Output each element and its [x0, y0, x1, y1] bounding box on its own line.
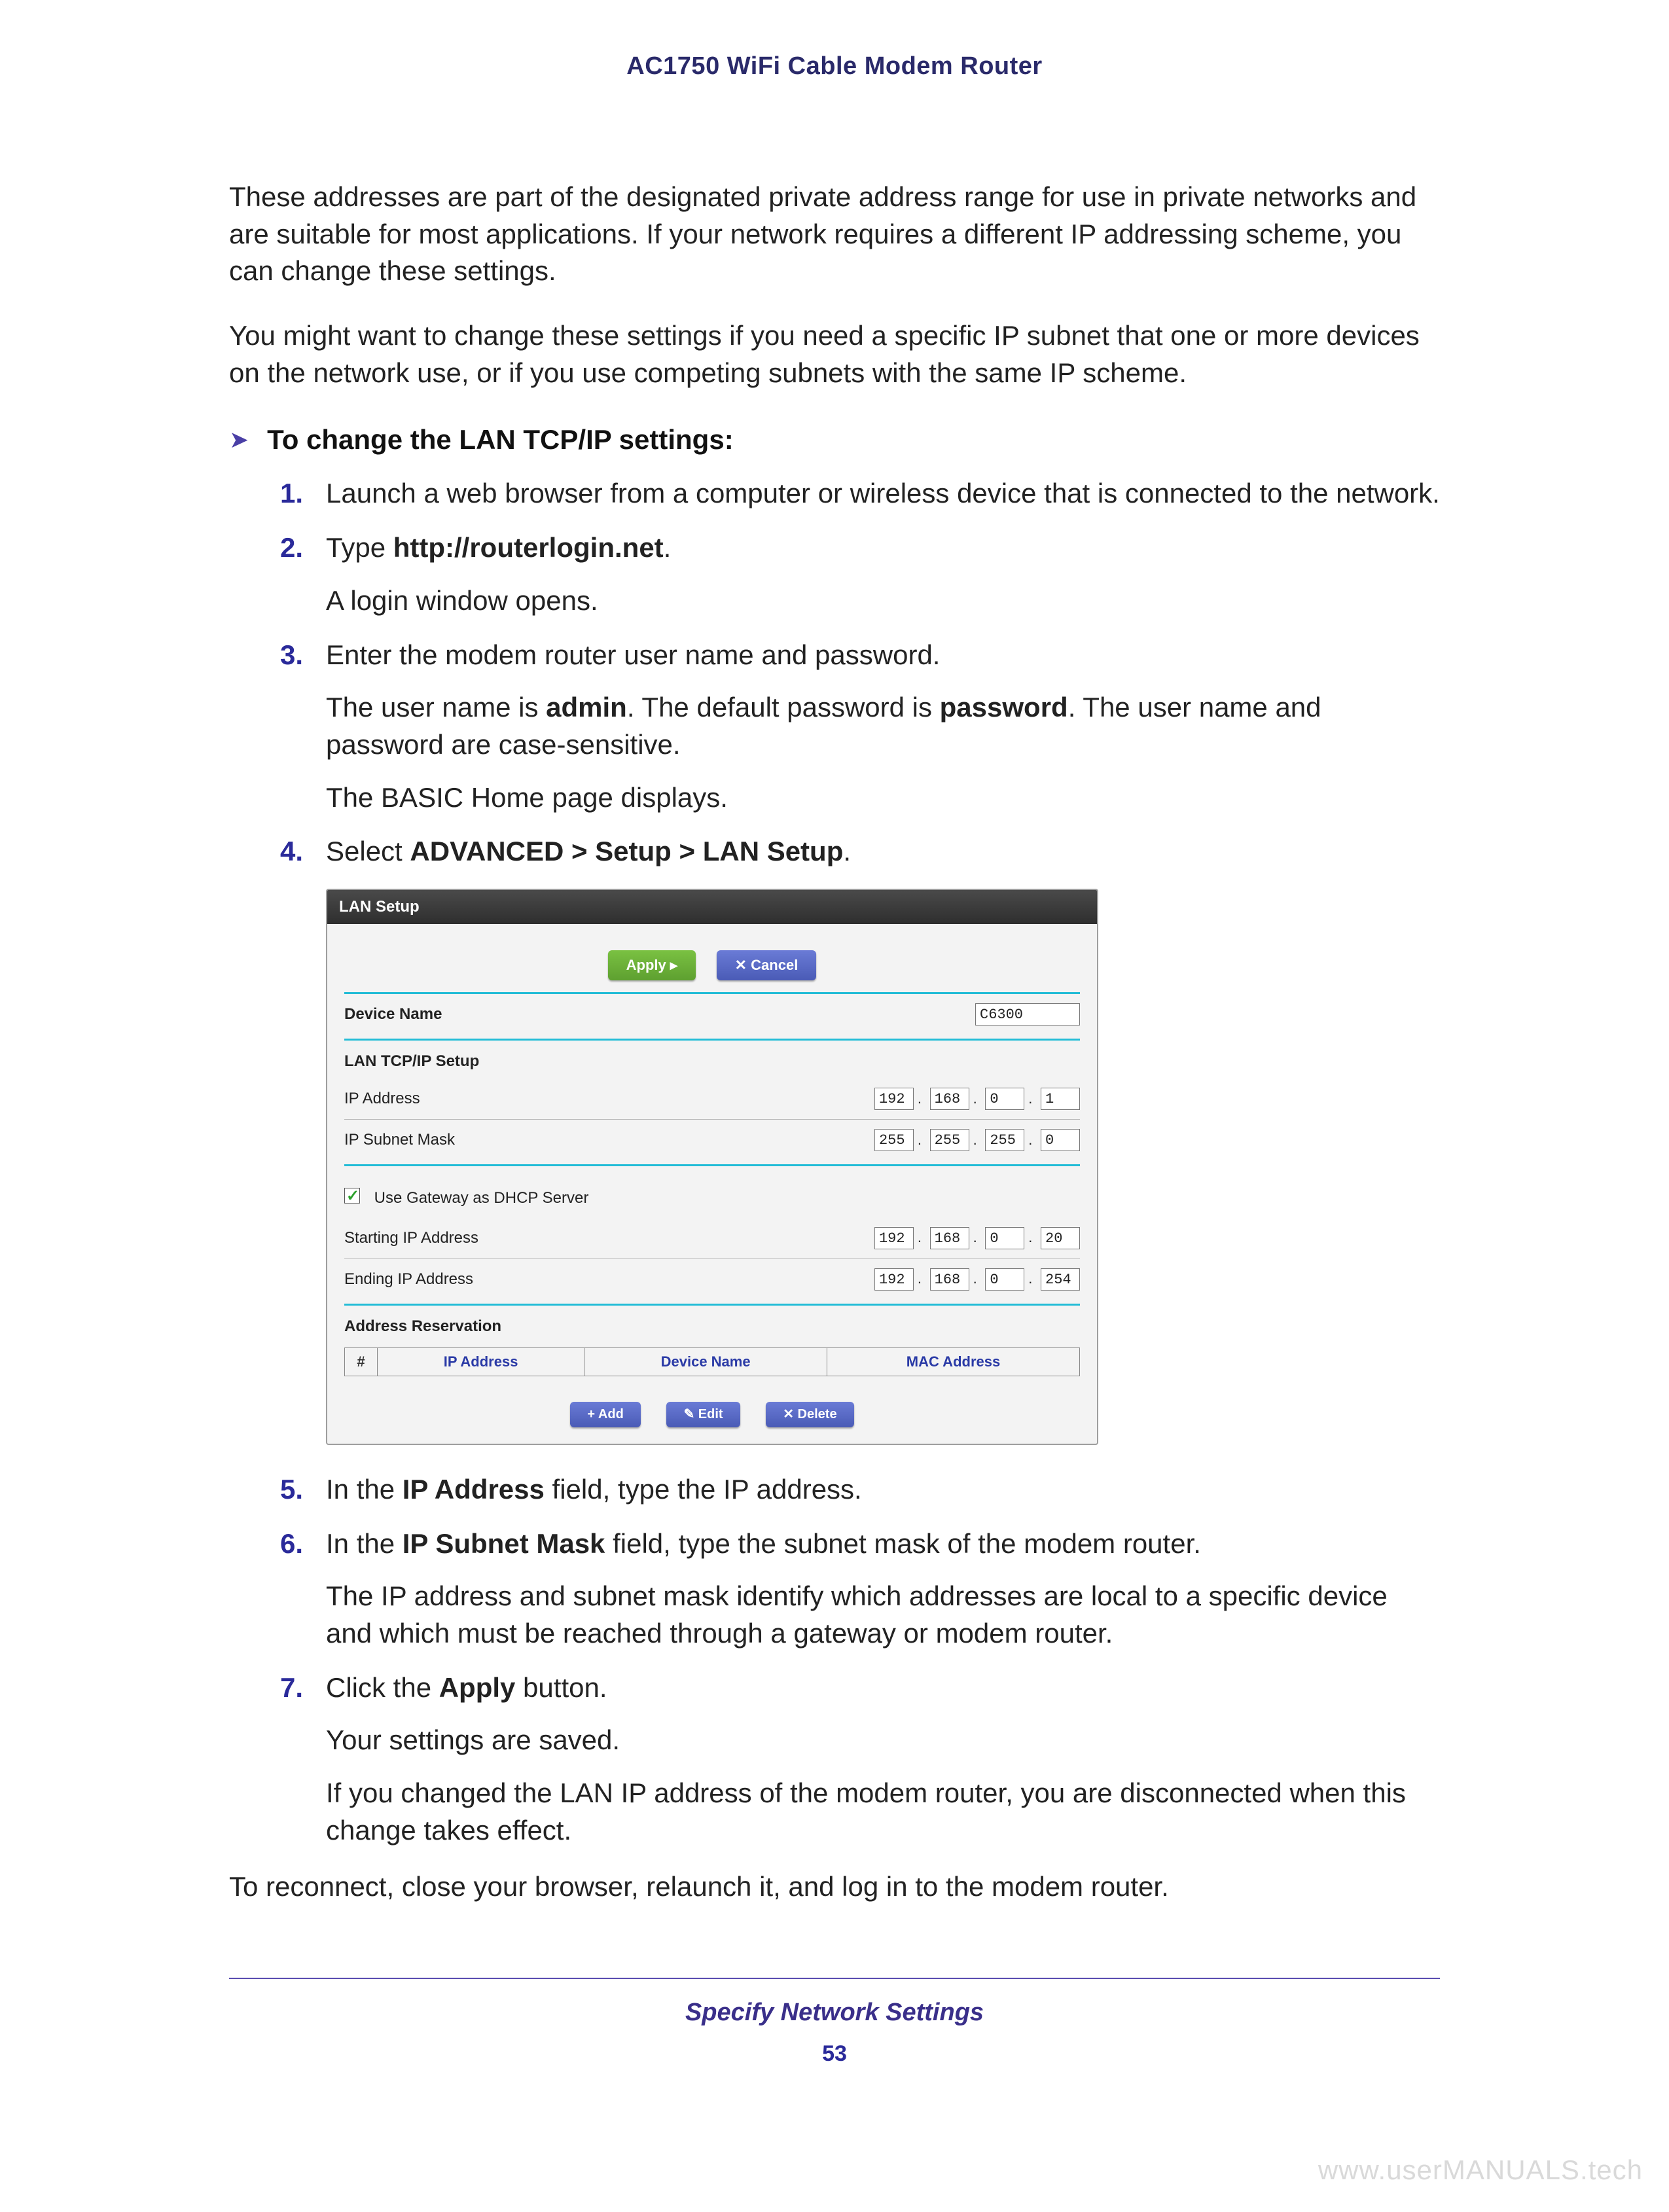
mask-oct-1[interactable]: 255	[874, 1129, 914, 1151]
step-5-post: field, type the IP address.	[545, 1474, 862, 1505]
step-1-text: Launch a web browser from a computer or …	[326, 478, 1440, 508]
panel-top-buttons: Apply ▸ ✕ Cancel	[344, 936, 1080, 994]
address-reservation-header: Address Reservation	[344, 1306, 1080, 1344]
ip-oct-2[interactable]: 168	[930, 1088, 969, 1110]
start-oct-1[interactable]: 192	[874, 1227, 914, 1249]
step-7-sub-2: If you changed the LAN IP address of the…	[326, 1775, 1440, 1849]
start-oct-2[interactable]: 168	[930, 1227, 969, 1249]
footer-rule	[229, 1978, 1440, 1979]
closing-paragraph: To reconnect, close your browser, relaun…	[229, 1868, 1440, 1906]
step-2: Type http://routerlogin.net. A login win…	[280, 529, 1440, 619]
th-device: Device Name	[584, 1348, 827, 1376]
step-4-post: .	[843, 836, 851, 866]
step-7-bold: Apply	[439, 1672, 516, 1703]
step-3-sub-b: . The default password is	[627, 692, 940, 722]
chevron-right-icon: ➤	[229, 426, 249, 454]
start-oct-4[interactable]: 20	[1041, 1227, 1080, 1249]
cancel-button[interactable]: ✕ Cancel	[717, 950, 817, 980]
doc-header-title: AC1750 WiFi Cable Modem Router	[229, 52, 1440, 80]
end-oct-2[interactable]: 168	[930, 1268, 969, 1291]
intro-paragraph-1: These addresses are part of the designat…	[229, 179, 1440, 290]
step-6-sub: The IP address and subnet mask identify …	[326, 1578, 1440, 1652]
watermark: www.userMANUALS.tech	[1318, 2154, 1643, 2186]
dhcp-label: Use Gateway as DHCP Server	[374, 1189, 589, 1207]
dhcp-checkbox-row: Use Gateway as DHCP Server	[344, 1166, 1080, 1218]
lan-tcpip-header: LAN TCP/IP Setup	[344, 1041, 1080, 1079]
ip-address-row: IP Address 192. 168. 0. 1	[344, 1079, 1080, 1120]
panel-title: LAN Setup	[327, 890, 1097, 924]
footer-section-title: Specify Network Settings	[229, 1999, 1440, 2027]
reservation-buttons: + Add ✎ Edit ✕ Delete	[344, 1376, 1080, 1428]
subnet-mask-label: IP Subnet Mask	[344, 1130, 455, 1151]
th-mac: MAC Address	[827, 1348, 1080, 1376]
step-3-sub-1: The user name is admin. The default pass…	[326, 689, 1440, 763]
start-oct-3[interactable]: 0	[985, 1227, 1024, 1249]
step-5: In the IP Address field, type the IP add…	[280, 1471, 1440, 1508]
section-title: To change the LAN TCP/IP settings:	[267, 424, 734, 455]
reservation-table: # IP Address Device Name MAC Address	[344, 1347, 1080, 1376]
mask-oct-2[interactable]: 255	[930, 1129, 969, 1151]
mask-oct-4[interactable]: 0	[1041, 1129, 1080, 1151]
step-1: Launch a web browser from a computer or …	[280, 475, 1440, 512]
step-7-post: button.	[515, 1672, 607, 1703]
start-ip-row: Starting IP Address 192. 168. 0. 20	[344, 1218, 1080, 1259]
mask-oct-3[interactable]: 255	[985, 1129, 1024, 1151]
device-name-label: Device Name	[344, 1004, 442, 1025]
step-6-bold: IP Subnet Mask	[403, 1528, 605, 1559]
step-4-bold: ADVANCED > Setup > LAN Setup	[410, 836, 843, 866]
step-2-pre: Type	[326, 532, 393, 563]
step-3-sub-2: The BASIC Home page displays.	[326, 779, 1440, 817]
step-7-pre: Click the	[326, 1672, 439, 1703]
step-6-pre: In the	[326, 1528, 403, 1559]
step-2-post: .	[664, 532, 672, 563]
edit-button[interactable]: ✎ Edit	[666, 1402, 740, 1427]
lan-setup-panel: LAN Setup Apply ▸ ✕ Cancel Device Name C…	[326, 889, 1098, 1445]
end-ip-label: Ending IP Address	[344, 1269, 473, 1290]
step-3-sub-a: The user name is	[326, 692, 546, 722]
step-7: Click the Apply button. Your settings ar…	[280, 1669, 1440, 1849]
th-ip: IP Address	[378, 1348, 584, 1376]
step-3-admin: admin	[546, 692, 627, 722]
step-2-sub: A login window opens.	[326, 582, 1440, 620]
step-6: In the IP Subnet Mask field, type the su…	[280, 1525, 1440, 1652]
step-3-password: password	[940, 692, 1068, 722]
step-3: Enter the modem router user name and pas…	[280, 637, 1440, 817]
device-name-input[interactable]: C6300	[975, 1003, 1080, 1026]
ip-address-label: IP Address	[344, 1088, 420, 1109]
step-5-bold: IP Address	[403, 1474, 545, 1505]
th-hash: #	[345, 1348, 378, 1376]
ip-oct-1[interactable]: 192	[874, 1088, 914, 1110]
intro-paragraph-2: You might want to change these settings …	[229, 317, 1440, 391]
footer-page-number: 53	[229, 2041, 1440, 2067]
end-oct-4[interactable]: 254	[1041, 1268, 1080, 1291]
start-ip-label: Starting IP Address	[344, 1228, 478, 1249]
delete-button[interactable]: ✕ Delete	[766, 1402, 853, 1427]
step-2-bold: http://routerlogin.net	[393, 532, 664, 563]
step-6-post: field, type the subnet mask of the modem…	[605, 1528, 1201, 1559]
subnet-mask-row: IP Subnet Mask 255. 255. 255. 0	[344, 1120, 1080, 1160]
end-oct-1[interactable]: 192	[874, 1268, 914, 1291]
ip-oct-3[interactable]: 0	[985, 1088, 1024, 1110]
step-5-pre: In the	[326, 1474, 403, 1505]
end-oct-3[interactable]: 0	[985, 1268, 1024, 1291]
device-name-row: Device Name C6300	[344, 994, 1080, 1035]
section-heading: ➤ To change the LAN TCP/IP settings:	[229, 424, 1440, 455]
end-ip-row: Ending IP Address 192. 168. 0. 254	[344, 1259, 1080, 1300]
step-4-pre: Select	[326, 836, 410, 866]
ip-oct-4[interactable]: 1	[1041, 1088, 1080, 1110]
step-3-text: Enter the modem router user name and pas…	[326, 639, 940, 670]
apply-button[interactable]: Apply ▸	[608, 950, 696, 980]
step-7-sub-1: Your settings are saved.	[326, 1722, 1440, 1759]
add-button[interactable]: + Add	[570, 1402, 640, 1427]
dhcp-checkbox[interactable]	[344, 1188, 360, 1204]
step-4: Select ADVANCED > Setup > LAN Setup. LAN…	[280, 833, 1440, 1445]
